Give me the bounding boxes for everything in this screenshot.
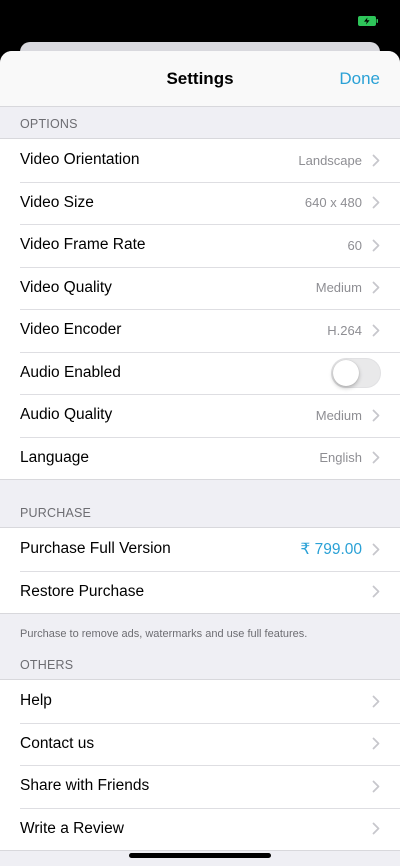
options-group: Video Orientation Landscape Video Size 6… — [0, 138, 400, 480]
share-with-friends-row[interactable]: Share with Friends — [0, 765, 400, 808]
row-label: Audio Enabled — [20, 363, 121, 381]
section-header-options: OPTIONS — [20, 117, 78, 131]
row-label: Share with Friends — [20, 777, 150, 795]
video-quality-row[interactable]: Video Quality Medium — [0, 266, 400, 310]
video-orientation-row[interactable]: Video Orientation Landscape — [0, 139, 400, 182]
done-button[interactable]: Done — [339, 69, 380, 89]
section-header-purchase: PURCHASE — [20, 506, 92, 520]
row-label: Language — [20, 448, 89, 466]
row-label: Purchase Full Version — [20, 540, 171, 558]
language-row[interactable]: Language English — [0, 436, 400, 480]
row-value: Medium — [315, 280, 362, 296]
row-label: Video Frame Rate — [20, 236, 146, 254]
row-label: Write a Review — [20, 819, 124, 837]
chevron-right-icon — [372, 585, 380, 598]
price-value: ₹ 799.00 — [300, 540, 362, 558]
write-a-review-row[interactable]: Write a Review — [0, 807, 400, 851]
row-label: Contact us — [20, 734, 95, 752]
row-label: Video Encoder — [20, 321, 122, 339]
others-group: Help Contact us Share with Friends Write… — [0, 679, 400, 851]
purchase-footer-note: Purchase to remove ads, watermarks and u… — [20, 628, 308, 640]
row-value: Medium — [315, 407, 362, 423]
row-label: Video Size — [20, 193, 94, 211]
chevron-right-icon — [372, 543, 380, 556]
video-frame-rate-row[interactable]: Video Frame Rate 60 — [0, 224, 400, 267]
audio-enabled-row: Audio Enabled — [0, 351, 400, 395]
purchase-full-version-row[interactable]: Purchase Full Version ₹ 799.00 — [0, 528, 400, 571]
row-label: Restore Purchase — [20, 582, 145, 600]
video-size-row[interactable]: Video Size 640 x 480 — [0, 181, 400, 225]
chevron-right-icon — [372, 324, 380, 337]
contact-us-row[interactable]: Contact us — [0, 722, 400, 766]
purchase-group: Purchase Full Version ₹ 799.00 Restore P… — [0, 527, 400, 614]
chevron-right-icon — [372, 239, 380, 252]
navigation-bar: Settings Done — [0, 51, 400, 107]
row-value: 640 x 480 — [304, 195, 362, 211]
settings-sheet: Settings Done OPTIONS Video Orientation … — [0, 51, 400, 866]
chevron-right-icon — [372, 409, 380, 422]
help-row[interactable]: Help — [0, 680, 400, 723]
battery-charging-icon — [358, 16, 378, 26]
audio-enabled-toggle[interactable] — [331, 357, 381, 388]
row-label: Video Quality — [20, 278, 112, 296]
status-bar — [0, 0, 400, 44]
restore-purchase-row[interactable]: Restore Purchase — [0, 570, 400, 614]
audio-quality-row[interactable]: Audio Quality Medium — [0, 394, 400, 437]
toggle-knob — [333, 359, 359, 386]
row-value: Landscape — [298, 152, 362, 168]
chevron-right-icon — [372, 822, 380, 835]
row-label: Audio Quality — [20, 406, 113, 424]
chevron-right-icon — [372, 737, 380, 750]
chevron-right-icon — [372, 780, 380, 793]
chevron-right-icon — [372, 281, 380, 294]
home-indicator[interactable] — [129, 853, 271, 858]
chevron-right-icon — [372, 451, 380, 464]
row-value: H.264 — [327, 322, 362, 338]
chevron-right-icon — [372, 154, 380, 167]
row-value: 60 — [347, 237, 362, 253]
chevron-right-icon — [372, 196, 380, 209]
row-label: Help — [20, 692, 52, 710]
row-label: Video Orientation — [20, 151, 140, 169]
row-value: English — [319, 450, 362, 466]
video-encoder-row[interactable]: Video Encoder H.264 — [0, 309, 400, 352]
section-header-others: OTHERS — [20, 658, 74, 672]
chevron-right-icon — [372, 695, 380, 708]
